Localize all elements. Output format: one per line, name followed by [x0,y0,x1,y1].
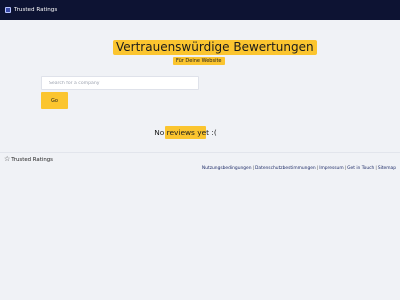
top-navbar: Trusted Ratings [0,0,400,20]
footer-link-privacy[interactable]: Datenschutzbestimmungen [255,166,316,171]
star-icon: ☆ [4,155,11,163]
footer-link-terms[interactable]: Nutzungsbedingungen [202,166,252,171]
company-search-input[interactable] [41,76,199,90]
footer-brand-name: Trusted Ratings [11,156,53,163]
page-title: Vertrauenswürdige Bewertungen [113,40,317,55]
page-subtitle: Für Deine Website [173,57,225,65]
footer-divider [0,152,400,153]
footer-brand: ☆ Trusted Ratings [4,156,53,163]
footer-link-imprint[interactable]: Impressum [319,166,343,171]
footer-link-contact[interactable]: Get in Touch [347,166,374,171]
no-reviews-message: No reviews yet :( [154,126,217,139]
go-button[interactable]: Go [41,92,68,109]
footer-separator: | [344,166,347,171]
footer-links: Nutzungsbedingungen | Datenschutzbestimm… [202,166,396,171]
footer-separator: | [316,166,319,171]
app-logo-icon [5,7,11,13]
brand-link[interactable]: Trusted Ratings [5,7,57,13]
footer-separator: | [252,166,255,171]
footer-link-sitemap[interactable]: Sitemap [378,166,396,171]
footer-separator: | [375,166,377,171]
brand-name: Trusted Ratings [14,7,58,13]
